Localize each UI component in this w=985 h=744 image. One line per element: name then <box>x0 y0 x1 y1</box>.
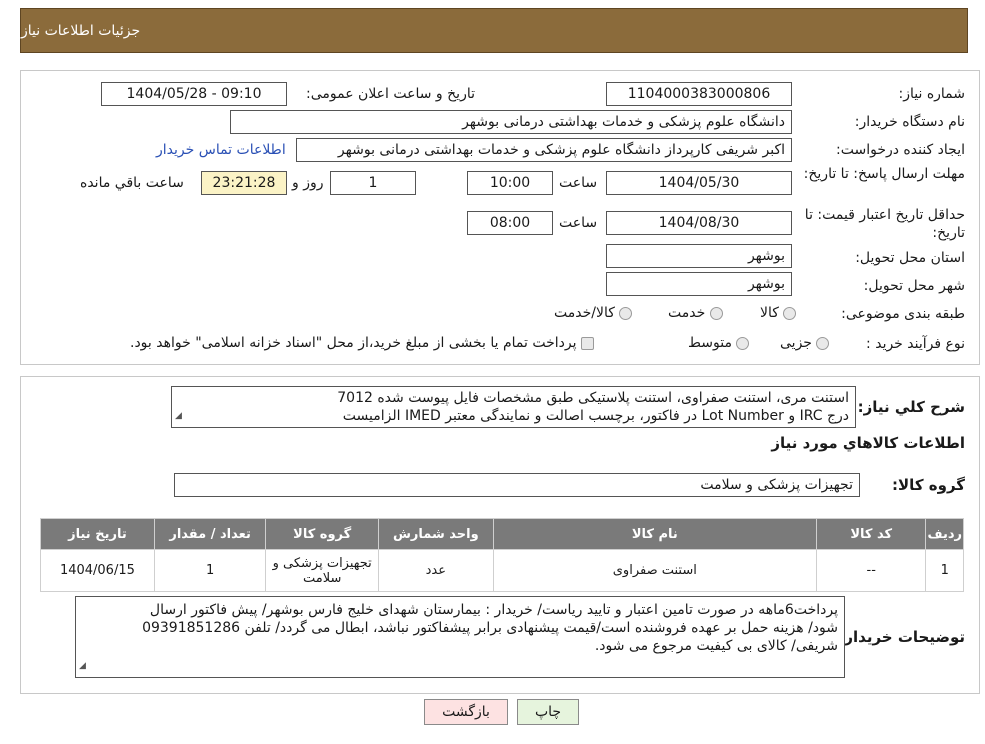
summary-label: شرح کلي نياز: <box>857 398 965 416</box>
cell-date: 1404/06/15 <box>40 549 155 592</box>
remaining-time-field: 23:21:28 <box>201 171 287 195</box>
table-header-row: ردیف کد کالا نام کالا واحد شمارش گروه کا… <box>40 518 964 550</box>
buyer-contact-link[interactable]: اطلاعات تماس خریدار <box>156 142 286 158</box>
buyer-org-label: نام دستگاه خریدار: <box>854 114 965 130</box>
resize-grip-icon[interactable]: ◢ <box>175 407 182 425</box>
page-title: جزئیات اطلاعات نیاز <box>21 22 141 39</box>
col-code-header: کد کالا <box>815 518 927 550</box>
buyer-org-field: دانشگاه علوم پزشکی و خدمات بهداشتی درمان… <box>230 110 792 134</box>
city-label: شهر محل تحویل: <box>863 278 965 294</box>
category-option-service[interactable]: خدمت <box>668 305 723 321</box>
process-label: نوع فرآیند خرید : <box>866 336 965 352</box>
days-field: 1 <box>330 171 416 195</box>
process-minor-text: جزیی <box>780 335 812 351</box>
city-field: بوشهر <box>606 272 792 296</box>
deadline-time-label: ساعت <box>559 175 598 191</box>
province-field: بوشهر <box>606 244 792 268</box>
process-option-minor[interactable]: جزیی <box>780 335 830 351</box>
cell-code: -- <box>815 549 927 592</box>
validity-time-label: ساعت <box>559 215 598 231</box>
deadline-time-field: 10:00 <box>467 171 553 195</box>
cell-group: تجهیزات پزشکی و سلامت <box>265 549 379 592</box>
buyer-notes-label: توضیحات خریدار: <box>838 628 965 646</box>
summary-line-2: درج IRC و Lot Number در فاکتور، برچسب اص… <box>342 408 849 424</box>
buyer-notes-textarea[interactable]: پرداخت6ماهه در صورت تامین اعتبار و تایید… <box>75 596 845 678</box>
radio-icon[interactable] <box>816 336 830 350</box>
table-row: 1 -- استنت صفراوی عدد تجهیزات پزشکی و سل… <box>40 549 964 592</box>
category-option-goods[interactable]: کالا <box>760 305 797 321</box>
category-service-text: خدمت <box>668 305 706 321</box>
deadline-label: مهلت ارسال پاسخ: تا تاریخ: <box>803 166 965 182</box>
summary-line-1: استنت مری، استنت صفراوی، استنت پلاستیکی … <box>337 390 849 406</box>
col-name-header: نام کالا <box>492 518 817 550</box>
resize-grip-icon[interactable]: ◢ <box>79 657 86 675</box>
province-label: استان محل تحویل: <box>855 250 965 266</box>
col-unit-header: واحد شمارش <box>378 518 494 550</box>
need-number-field: 1104000383000806 <box>606 82 792 106</box>
buyer-notes-line-2: شود/ هزینه حمل بر عهده فروشنده است/قیمت … <box>142 620 838 636</box>
process-medium-text: متوسط <box>688 335 732 351</box>
checkbox-icon[interactable] <box>580 336 594 350</box>
print-button[interactable]: چاپ <box>517 699 579 725</box>
col-date-header: تاریخ نیاز <box>40 518 155 550</box>
radio-icon[interactable] <box>736 336 750 350</box>
validity-date-field: 1404/08/30 <box>606 211 792 235</box>
validity-label: حداقل تاریخ اعتبار قیمت: تا تاریخ: <box>804 207 965 241</box>
category-label: طبقه بندی موضوعی: <box>841 306 965 322</box>
page-header: جزئیات اطلاعات نیاز <box>20 8 968 53</box>
validity-time-field: 08:00 <box>467 211 553 235</box>
process-option-medium[interactable]: متوسط <box>688 335 750 351</box>
announce-label: تاریخ و ساعت اعلان عمومی: <box>306 86 475 102</box>
process-note-text: پرداخت تمام یا بخشی از مبلغ خرید،از محل … <box>130 335 577 351</box>
cell-unit: عدد <box>378 549 494 592</box>
goods-group-label: گروه کالا: <box>892 476 965 494</box>
announce-field: 1404/05/28 - 09:10 <box>101 82 287 106</box>
buyer-notes-line-3: شریفی/ کالای بی کیفیت مرجوع می شود. <box>594 638 838 654</box>
goods-group-field: تجهیزات پزشکی و سلامت <box>174 473 860 497</box>
col-qty-header: تعداد / مقدار <box>153 518 267 550</box>
category-both-text: کالا/خدمت <box>554 305 615 321</box>
days-label: روز و <box>292 175 324 191</box>
requester-field: اکبر شریفی کارپرداز دانشگاه علوم پزشکی و… <box>296 138 792 162</box>
cell-name: استنت صفراوی <box>492 549 817 592</box>
category-goods-text: کالا <box>760 305 779 321</box>
items-table: ردیف کد کالا نام کالا واحد شمارش گروه کا… <box>40 518 964 592</box>
requester-label: ایجاد کننده درخواست: <box>836 142 965 158</box>
process-option-treasury[interactable]: پرداخت تمام یا بخشی از مبلغ خرید،از محل … <box>130 335 594 351</box>
goods-info-title: اطلاعات کالاهاي مورد نياز <box>771 434 965 452</box>
category-option-both[interactable]: کالا/خدمت <box>554 305 633 321</box>
remaining-label: ساعت باقي مانده <box>80 175 184 191</box>
need-number-label: شماره نیاز: <box>898 86 966 102</box>
buyer-notes-line-1: پرداخت6ماهه در صورت تامین اعتبار و تایید… <box>149 602 838 618</box>
radio-icon[interactable] <box>783 306 797 320</box>
deadline-date-field: 1404/05/30 <box>606 171 792 195</box>
back-button[interactable]: بازگشت <box>424 699 508 725</box>
col-group-header: گروه کالا <box>265 518 379 550</box>
col-row-header: ردیف <box>925 518 964 550</box>
summary-textarea[interactable]: استنت مری، استنت صفراوی، استنت پلاستیکی … <box>171 386 856 428</box>
cell-qty: 1 <box>153 549 267 592</box>
radio-icon[interactable] <box>619 306 633 320</box>
radio-icon[interactable] <box>709 306 723 320</box>
cell-row: 1 <box>925 549 964 592</box>
